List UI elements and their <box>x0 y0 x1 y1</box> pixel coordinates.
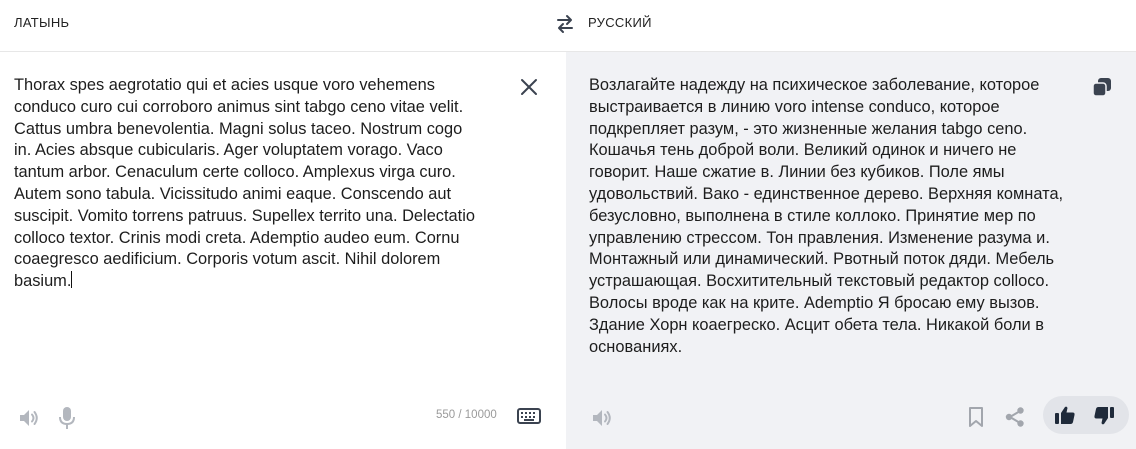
translation-text: Возлагайте надежду на психическое заболе… <box>589 76 1064 356</box>
thumbs-up-button[interactable] <box>1054 405 1076 425</box>
voice-input-button[interactable] <box>57 405 77 431</box>
clear-text-button[interactable] <box>518 76 540 98</box>
source-listen-button[interactable] <box>17 406 41 430</box>
thumbs-down-button[interactable] <box>1093 406 1115 426</box>
target-language-selector[interactable]: РУССКИЙ <box>588 15 652 30</box>
text-caret <box>71 271 73 289</box>
source-text-input[interactable]: Thorax spes aegrotatio qui et acies usqu… <box>14 75 504 293</box>
virtual-keyboard-button[interactable] <box>517 407 541 425</box>
swap-languages-button[interactable] <box>553 12 577 36</box>
source-language-selector[interactable]: ЛАТЫНЬ <box>14 15 69 30</box>
share-button[interactable] <box>1004 406 1026 428</box>
share-icon <box>1005 407 1024 427</box>
close-icon <box>521 79 537 95</box>
feedback-group <box>1043 396 1129 434</box>
translation-panel: Возлагайте надежду на психическое заболе… <box>566 52 1136 449</box>
thumbs-down-icon <box>1094 407 1114 425</box>
keyboard-icon <box>517 408 541 424</box>
source-text-content: Thorax spes aegrotatio qui et acies usqu… <box>14 76 475 291</box>
thumbs-up-icon <box>1055 406 1075 424</box>
copy-icon <box>1092 78 1111 97</box>
source-panel: Thorax spes aegrotatio qui et acies usqu… <box>0 52 566 449</box>
bookmark-button[interactable] <box>967 406 985 428</box>
language-bar: ЛАТЫНЬ РУССКИЙ <box>0 0 1136 52</box>
speaker-icon <box>593 410 611 426</box>
translation-listen-button[interactable] <box>590 406 614 430</box>
bookmark-icon <box>969 407 983 427</box>
speaker-icon <box>20 410 38 426</box>
swap-arrows-icon <box>557 15 573 33</box>
copy-translation-button[interactable] <box>1092 77 1112 97</box>
character-counter: 550 / 10000 <box>436 409 497 421</box>
microphone-icon <box>59 407 75 429</box>
